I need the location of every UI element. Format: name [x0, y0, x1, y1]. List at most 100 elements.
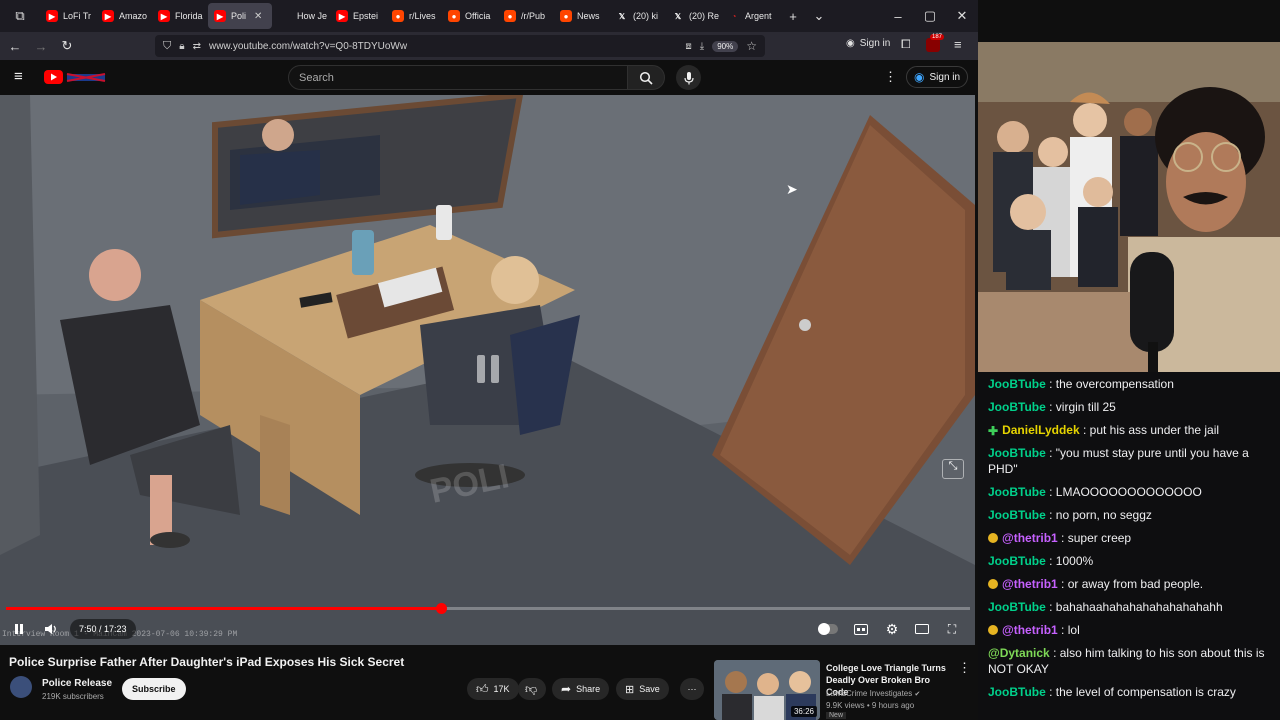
captions-button[interactable]: [850, 619, 872, 639]
video-frame: [0, 95, 975, 645]
settings-button[interactable]: ⚙: [881, 619, 903, 639]
progress-scrubber-handle[interactable]: [435, 603, 447, 614]
chat-message: JooBTube : the level of compensation is …: [988, 680, 1274, 703]
maximize-icon[interactable]: ▢: [914, 8, 946, 24]
minimize-icon[interactable]: –: [882, 9, 914, 24]
new-tab-icon[interactable]: +: [780, 9, 806, 24]
chat-text: virgin till 25: [1055, 399, 1116, 414]
youtube-signin-label: Sign in: [929, 71, 961, 83]
forward-arrow-icon[interactable]: →: [28, 39, 54, 54]
guide-menu-icon[interactable]: ≡: [14, 68, 23, 85]
chat-username[interactable]: JooBTube: [988, 446, 1046, 460]
browser-tab[interactable]: ▶ Amazo: [96, 3, 150, 29]
subscribe-button[interactable]: Subscribe: [122, 678, 186, 700]
like-button[interactable]: 👍︎ 17K: [467, 678, 519, 700]
browser-tab[interactable]: How Je: [274, 3, 328, 29]
youtube-logo[interactable]: [44, 69, 108, 90]
close-window-icon[interactable]: ✕: [946, 8, 978, 24]
channel-avatar[interactable]: [10, 676, 32, 698]
fullscreen-button[interactable]: ⛶: [941, 619, 963, 639]
chat-username[interactable]: JooBTube: [988, 554, 1046, 568]
autoplay-toggle[interactable]: [817, 619, 839, 639]
reload-icon[interactable]: ↻: [54, 38, 80, 54]
voice-search-button[interactable]: [676, 65, 701, 90]
dislike-button[interactable]: 👎︎: [518, 678, 546, 700]
browser-tab-label: (20) Re: [689, 11, 720, 21]
chat-username[interactable]: @thetrib1: [1002, 531, 1058, 545]
more-actions-button[interactable]: ⋯: [680, 678, 704, 700]
browser-tab[interactable]: ● News: [554, 3, 608, 29]
search-input[interactable]: Search: [288, 65, 628, 90]
youtube-signin-button[interactable]: ◉ Sign in: [906, 66, 969, 88]
recommendation-menu-icon[interactable]: ⋮: [958, 660, 971, 676]
extensions-icon[interactable]: ⧠: [901, 37, 911, 52]
youtube-icon: ▶: [214, 10, 226, 22]
recommendation-thumbnail[interactable]: 36:26: [714, 660, 820, 720]
miniplayer-corner-icon[interactable]: ⤡: [942, 459, 964, 479]
url-text[interactable]: www.youtube.com/watch?v=Q0-8TDYUoWw: [209, 41, 407, 52]
video-player[interactable]: POLI Interview Room 1 - MainCam 2023-07-…: [0, 95, 975, 645]
more-options-icon[interactable]: ⋮: [884, 69, 897, 85]
browser-tab[interactable]: ▶ Florida: [152, 3, 206, 29]
permissions-icon[interactable]: ⇄: [193, 41, 201, 52]
browser-tab[interactable]: 𝕏 (20) Re: [666, 3, 720, 29]
browser-tab[interactable]: ▶ Epstei: [330, 3, 384, 29]
subscriber-badge-icon: [988, 532, 998, 543]
recommendation-channel[interactable]: Law&Crime Investigates ✔: [826, 689, 920, 698]
chat-separator: :: [1045, 445, 1056, 460]
chat-message: JooBTube : "you must stay pure until you…: [988, 441, 1274, 480]
chat-username[interactable]: JooBTube: [988, 377, 1046, 391]
x-icon: 𝕏: [674, 11, 682, 21]
chat-username[interactable]: JooBTube: [988, 400, 1046, 414]
chat-username[interactable]: @thetrib1: [1002, 577, 1058, 591]
hamburger-menu-icon[interactable]: ≡: [954, 37, 962, 52]
theater-icon: [915, 624, 929, 634]
bookmark-star-icon[interactable]: ☆: [746, 39, 757, 53]
download-icon[interactable]: ⤓: [700, 41, 704, 52]
shield-icon[interactable]: ⛉: [163, 40, 171, 53]
chat-username[interactable]: JooBTube: [988, 485, 1046, 499]
theater-mode-button[interactable]: [911, 619, 933, 639]
share-button[interactable]: ➦ Share: [552, 678, 610, 700]
chat-username[interactable]: JooBTube: [988, 508, 1046, 522]
browser-tab[interactable]: ● Officia: [442, 3, 496, 29]
gear-icon: ⚙: [885, 620, 899, 637]
chat-username[interactable]: DanielLyddek: [1002, 423, 1080, 437]
back-arrow-icon[interactable]: ←: [2, 39, 28, 54]
extension-ublock-icon[interactable]: 187: [926, 34, 945, 53]
browser-tab-label: How Je: [297, 11, 328, 21]
share-label: Share: [576, 684, 601, 694]
chat-username[interactable]: JooBTube: [988, 600, 1046, 614]
tab-overview-icon[interactable]: ⧉: [0, 8, 40, 24]
browser-tab[interactable]: ▶ LoFi Tr: [40, 3, 94, 29]
chat-username[interactable]: @thetrib1: [1002, 623, 1058, 637]
youtube-header: ≡ Search ⋮ ◉ Sign in: [0, 60, 978, 94]
close-tab-icon[interactable]: ✕: [254, 11, 262, 22]
search-button[interactable]: [627, 65, 665, 90]
browser-tab[interactable]: ● r/Lives: [386, 3, 440, 29]
volume-button[interactable]: [40, 619, 62, 639]
extension-badge-count: 187: [930, 34, 945, 40]
chat-username[interactable]: @Dytanick: [988, 646, 1050, 660]
webcam-frame: [978, 42, 1280, 372]
browser-tab-label: LoFi Tr: [63, 11, 92, 21]
browser-tab[interactable]: ◔ Argent: [722, 3, 776, 29]
youtube-icon: ▶: [336, 10, 348, 22]
zoom-level[interactable]: 90%: [712, 40, 739, 52]
tab-list-chevron-icon[interactable]: ⌄: [806, 8, 832, 24]
lock-icon[interactable]: 🔒︎: [179, 41, 184, 52]
pause-button[interactable]: [8, 619, 30, 639]
chat-username[interactable]: JooBTube: [988, 685, 1046, 699]
browser-tab[interactable]: ● /r/Pub: [498, 3, 552, 29]
browser-tab[interactable]: ▶ Poli ✕: [208, 3, 272, 29]
address-bar[interactable]: ⛉ 🔒︎ ⇄ www.youtube.com/watch?v=Q0-8TDYUo…: [155, 35, 765, 57]
picture-in-picture-icon[interactable]: ⧈: [685, 41, 691, 52]
video-title: Police Surprise Father After Daughter's …: [9, 655, 405, 669]
browser-tab-label: Poli: [231, 11, 247, 21]
progress-bar[interactable]: [6, 603, 970, 614]
browser-tab[interactable]: 𝕏 (20) ki: [610, 3, 664, 29]
channel-name[interactable]: Police Release: [42, 678, 112, 689]
browser-signin-button[interactable]: ◉ Sign in: [846, 38, 890, 49]
reddit-icon: ●: [448, 10, 460, 22]
save-button[interactable]: ⊞ Save: [616, 678, 669, 700]
